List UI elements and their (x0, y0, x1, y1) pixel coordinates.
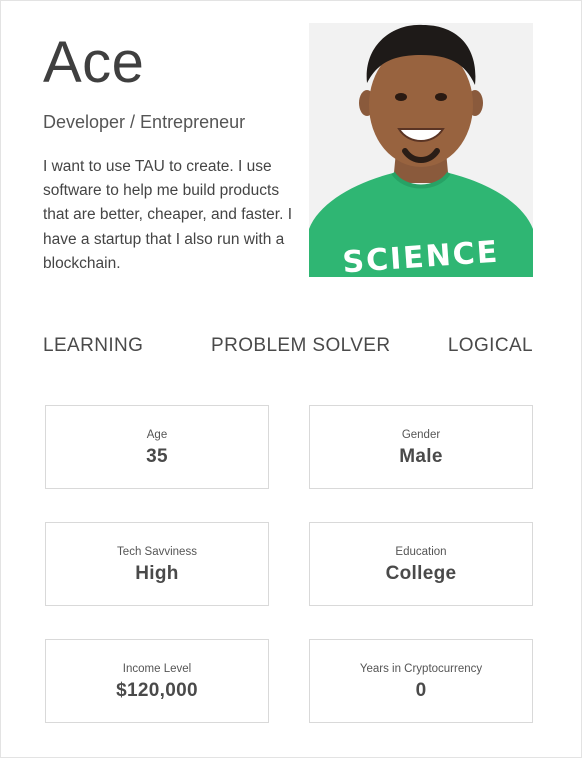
stat-label: Gender (401, 429, 441, 441)
persona-name: Ace (43, 30, 145, 95)
stat-label: Years in Cryptocurrency (359, 663, 483, 675)
stat-value: College (385, 563, 457, 584)
stat-card-income-level: Income Level $120,000 (45, 639, 269, 723)
stat-label: Age (146, 429, 168, 441)
stat-value: High (135, 563, 179, 584)
stat-label: Education (395, 546, 447, 558)
persona-traits: LEARNING PROBLEM SOLVER LOGICAL (43, 333, 533, 359)
stat-value: 0 (415, 680, 427, 701)
trait-problem-solver: PROBLEM SOLVER (211, 335, 391, 356)
stat-card-gender: Gender Male (309, 405, 533, 489)
stat-label: Income Level (122, 663, 192, 675)
stat-card-age: Age 35 (45, 405, 269, 489)
stat-label: Tech Savviness (117, 546, 197, 558)
stat-value: $120,000 (116, 680, 198, 701)
persona-role: Developer / Entrepreneur (43, 112, 246, 132)
stat-card-years-in-crypto: Years in Cryptocurrency 0 (309, 639, 533, 723)
persona-bio: I want to use TAU to create. I use softw… (43, 158, 293, 272)
stat-card-tech-savviness: Tech Savviness High (45, 522, 269, 606)
persona-card: Ace Developer / Entrepreneur I want to u… (0, 0, 582, 758)
stat-value: 35 (146, 446, 168, 467)
stat-card-education: Education College (309, 522, 533, 606)
persona-photo: SCIENCE (309, 23, 533, 277)
trait-logical: LOGICAL (447, 335, 533, 356)
stat-value: Male (399, 446, 443, 467)
trait-learning: LEARNING (43, 335, 144, 356)
